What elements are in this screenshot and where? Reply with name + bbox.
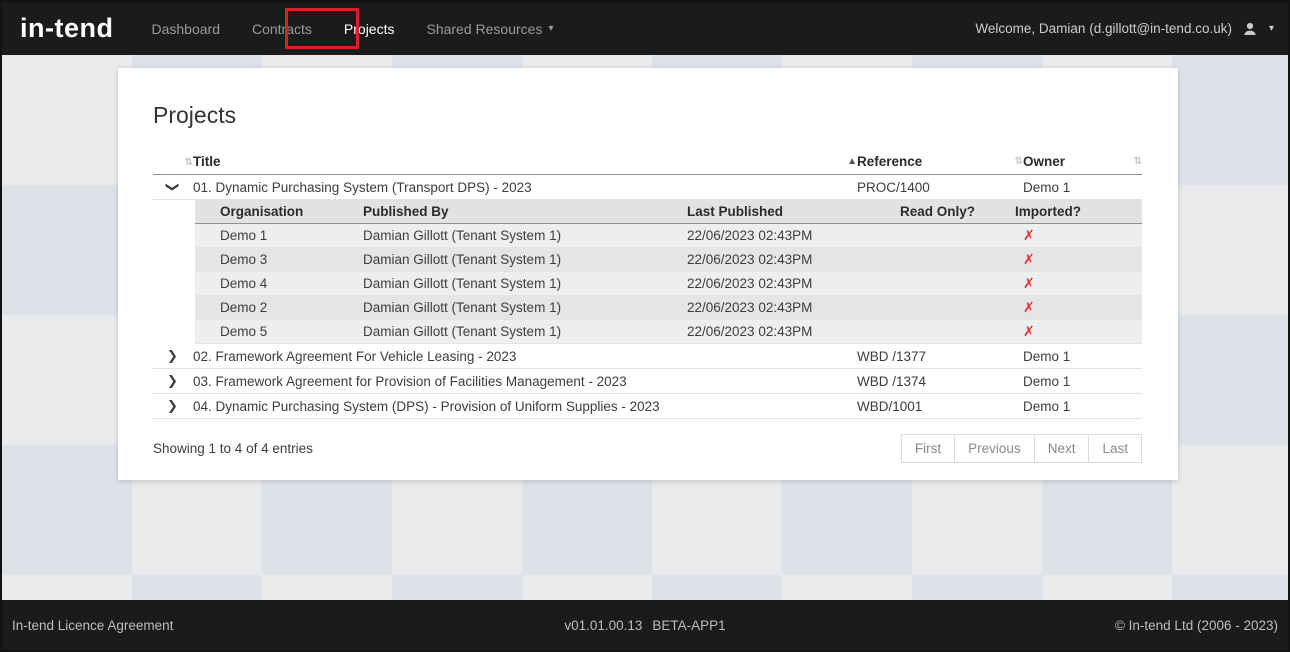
publications-table: Organisation Published By Last Published… (195, 200, 1142, 344)
pagination-previous-button[interactable]: Previous (954, 434, 1035, 463)
copyright-text: © In-tend Ltd (2006 - 2023) (726, 618, 1278, 633)
publication-row: Demo 2 Damian Gillott (Tenant System 1) … (195, 296, 1142, 320)
main-area: Projects ⇅ Title▲ Reference⇅ Owner⇅ ❯ 01 (2, 55, 1288, 600)
publication-last-published: 22/06/2023 02:43PM (687, 224, 882, 248)
publication-row: Demo 4 Damian Gillott (Tenant System 1) … (195, 272, 1142, 296)
projects-card: Projects ⇅ Title▲ Reference⇅ Owner⇅ ❯ 01 (118, 68, 1178, 480)
project-title: 02. Framework Agreement For Vehicle Leas… (193, 344, 857, 369)
project-title: 04. Dynamic Purchasing System (DPS) - Pr… (193, 394, 857, 419)
sort-icon[interactable]: ⇅ (185, 157, 193, 168)
publication-read-only (882, 320, 992, 344)
project-owner: Demo 1 (1023, 344, 1142, 369)
chevron-down-icon[interactable]: ❯ (164, 182, 180, 193)
column-header-title[interactable]: Title▲ (193, 149, 857, 175)
project-row[interactable]: ❯ 01. Dynamic Purchasing System (Transpo… (153, 175, 1142, 200)
user-icon (1242, 21, 1258, 37)
project-subtable-row: Organisation Published By Last Published… (153, 200, 1142, 345)
project-title: 03. Framework Agreement for Provision of… (193, 369, 857, 394)
imported-no-icon: ✗ (1023, 299, 1035, 315)
imported-no-icon: ✗ (1023, 227, 1035, 243)
chevron-down-icon: ▾ (548, 23, 553, 34)
sort-icon[interactable]: ⇅ (1134, 156, 1142, 167)
publication-organisation: Demo 4 (195, 272, 363, 296)
navbar-right: Welcome, Damian (d.gillott@in-tend.co.uk… (975, 21, 1274, 37)
publication-organisation: Demo 2 (195, 296, 363, 320)
imported-no-icon: ✗ (1023, 275, 1035, 291)
project-reference: WBD/1001 (857, 394, 1023, 419)
publication-last-published: 22/06/2023 02:43PM (687, 248, 882, 272)
intend-logo[interactable]: in-tend (20, 13, 113, 44)
app-window: in-tend Dashboard Contracts Projects Sha… (0, 0, 1290, 652)
project-row[interactable]: ❯ 02. Framework Agreement For Vehicle Le… (153, 344, 1142, 369)
pagination: First Previous Next Last (901, 434, 1142, 463)
sort-asc-icon[interactable]: ▲ (847, 156, 857, 167)
project-owner: Demo 1 (1023, 394, 1142, 419)
bottom-bar: In-tend Licence Agreement v01.01.00.13 B… (2, 600, 1288, 650)
publication-published-by: Damian Gillott (Tenant System 1) (363, 272, 687, 296)
publication-organisation: Demo 5 (195, 320, 363, 344)
annotation-highlight (285, 8, 359, 49)
project-owner: Demo 1 (1023, 369, 1142, 394)
publication-read-only (882, 296, 992, 320)
licence-agreement-link[interactable]: In-tend Licence Agreement (12, 618, 564, 633)
publication-row: Demo 1 Damian Gillott (Tenant System 1) … (195, 224, 1142, 248)
column-header-reference[interactable]: Reference⇅ (857, 149, 1023, 175)
publication-row: Demo 5 Damian Gillott (Tenant System 1) … (195, 320, 1142, 344)
subcolumn-organisation: Organisation (195, 200, 363, 224)
publication-read-only (882, 248, 992, 272)
welcome-text: Welcome, Damian (d.gillott@in-tend.co.uk… (975, 21, 1232, 36)
subcolumn-read-only: Read Only? (882, 200, 992, 224)
user-menu[interactable]: ▾ (1242, 21, 1274, 37)
publication-organisation: Demo 1 (195, 224, 363, 248)
project-reference: WBD /1377 (857, 344, 1023, 369)
project-title: 01. Dynamic Purchasing System (Transport… (193, 175, 857, 200)
sort-icon[interactable]: ⇅ (1015, 156, 1023, 167)
chevron-right-icon[interactable]: ❯ (167, 348, 178, 364)
project-row[interactable]: ❯ 03. Framework Agreement for Provision … (153, 369, 1142, 394)
version-info: v01.01.00.13 BETA-APP1 (564, 618, 725, 633)
subcolumn-imported: Imported? (992, 200, 1142, 224)
publication-last-published: 22/06/2023 02:43PM (687, 296, 882, 320)
publication-read-only (882, 272, 992, 296)
subcolumn-last-published: Last Published (687, 200, 882, 224)
version-number: v01.01.00.13 (564, 618, 642, 633)
project-owner: Demo 1 (1023, 175, 1142, 200)
imported-no-icon: ✗ (1023, 251, 1035, 267)
publication-last-published: 22/06/2023 02:43PM (687, 320, 882, 344)
project-row[interactable]: ❯ 04. Dynamic Purchasing System (DPS) - … (153, 394, 1142, 419)
column-header-owner[interactable]: Owner⇅ (1023, 149, 1142, 175)
expander-column-header: ⇅ (153, 149, 193, 175)
imported-no-icon: ✗ (1023, 323, 1035, 339)
publications-header-row: Organisation Published By Last Published… (195, 200, 1142, 224)
pagination-last-button[interactable]: Last (1088, 434, 1142, 463)
publication-last-published: 22/06/2023 02:43PM (687, 272, 882, 296)
chevron-right-icon[interactable]: ❯ (167, 373, 178, 389)
subcolumn-published-by: Published By (363, 200, 687, 224)
nav-item-dashboard[interactable]: Dashboard (135, 2, 236, 55)
nav-item-shared-resources[interactable]: Shared Resources ▾ (410, 2, 569, 55)
environment-label: BETA-APP1 (652, 618, 725, 633)
publication-organisation: Demo 3 (195, 248, 363, 272)
publication-published-by: Damian Gillott (Tenant System 1) (363, 224, 687, 248)
pagination-next-button[interactable]: Next (1034, 434, 1090, 463)
chevron-right-icon[interactable]: ❯ (167, 398, 178, 414)
projects-table-header-row: ⇅ Title▲ Reference⇅ Owner⇅ (153, 149, 1142, 175)
publication-published-by: Damian Gillott (Tenant System 1) (363, 248, 687, 272)
publication-read-only (882, 224, 992, 248)
project-reference: PROC/1400 (857, 175, 1023, 200)
publication-published-by: Damian Gillott (Tenant System 1) (363, 320, 687, 344)
project-reference: WBD /1374 (857, 369, 1023, 394)
chevron-down-icon: ▾ (1269, 23, 1274, 34)
publication-published-by: Damian Gillott (Tenant System 1) (363, 296, 687, 320)
table-footer: Showing 1 to 4 of 4 entries First Previo… (153, 434, 1142, 463)
projects-table: ⇅ Title▲ Reference⇅ Owner⇅ ❯ 01. Dynamic… (153, 149, 1142, 419)
pagination-first-button[interactable]: First (901, 434, 955, 463)
top-navbar: in-tend Dashboard Contracts Projects Sha… (2, 2, 1288, 55)
page-title: Projects (153, 102, 1142, 129)
publication-row: Demo 3 Damian Gillott (Tenant System 1) … (195, 248, 1142, 272)
entries-summary: Showing 1 to 4 of 4 entries (153, 441, 313, 456)
